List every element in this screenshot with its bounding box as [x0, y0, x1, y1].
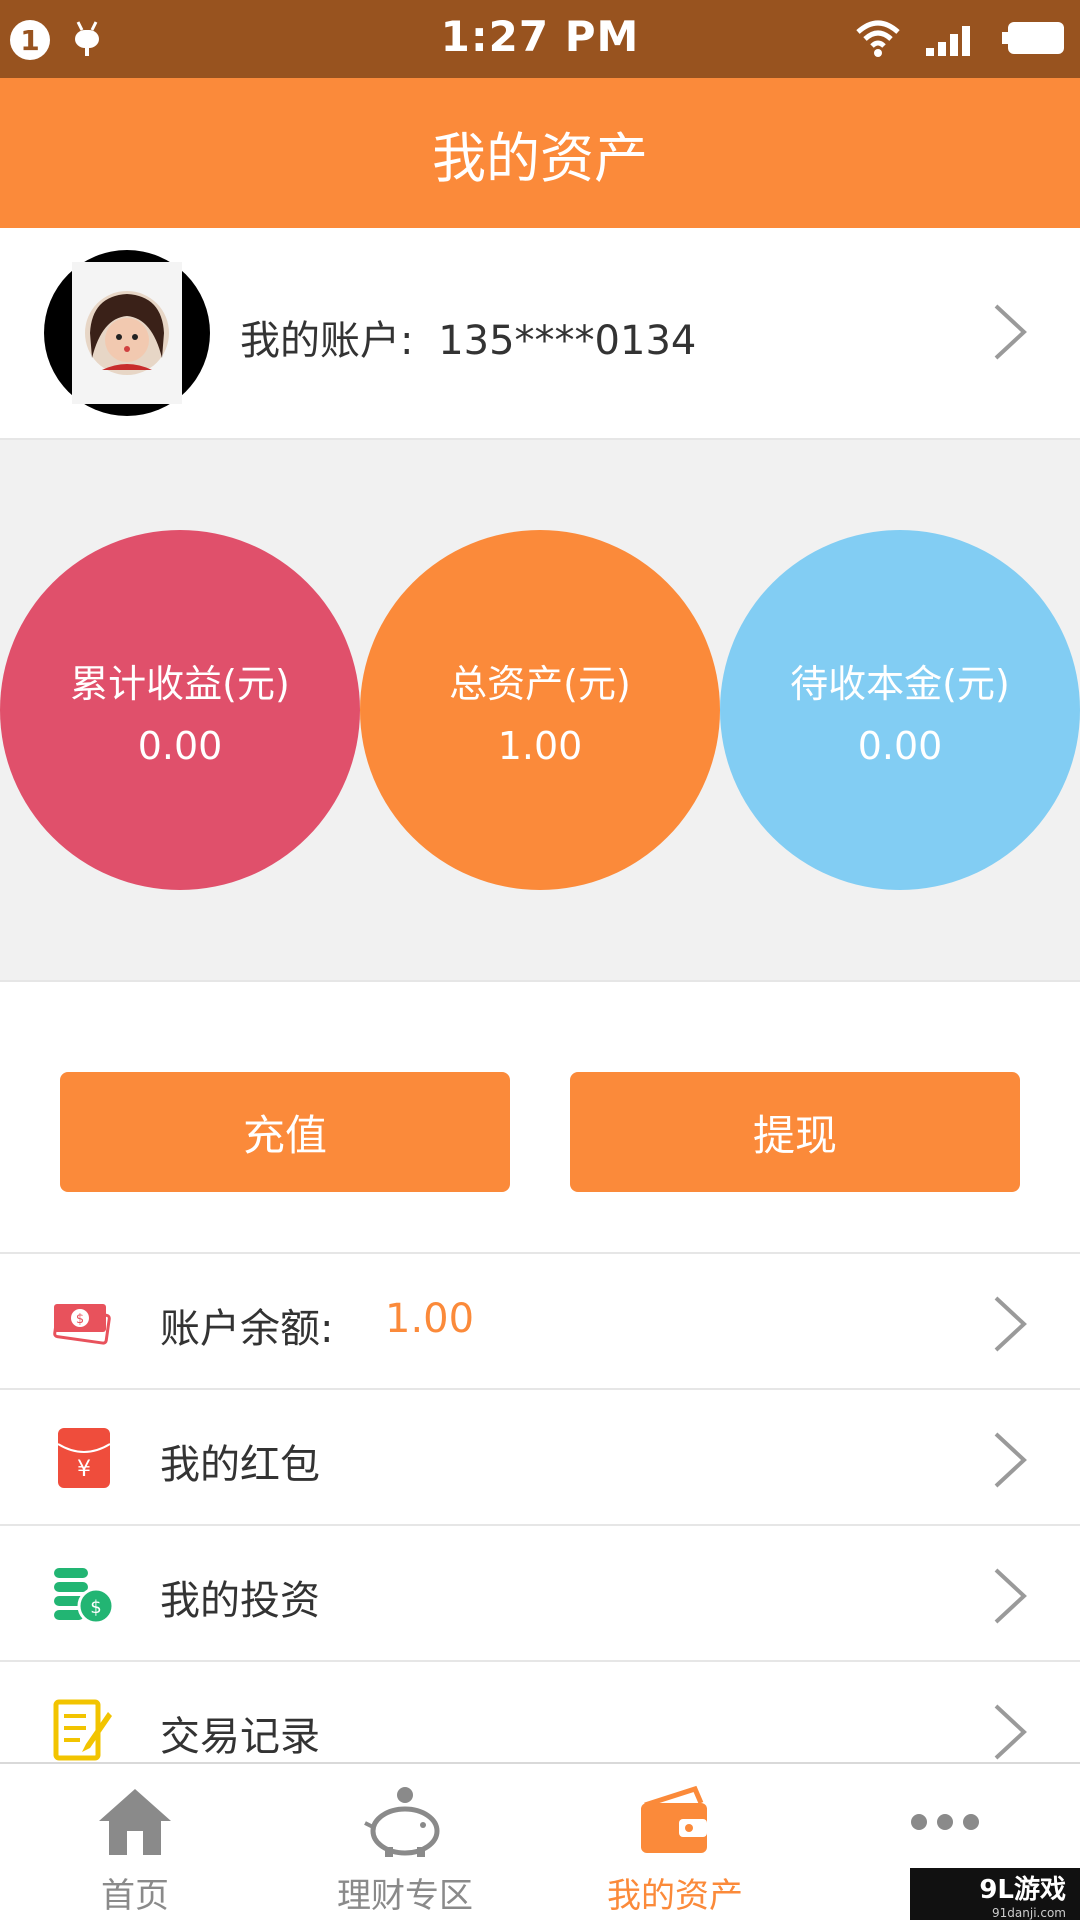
svg-text:¥: ¥: [77, 1457, 91, 1482]
tab-label: 我的资产: [607, 1876, 743, 1916]
stat-value: 0.00: [857, 723, 943, 768]
svg-text:$: $: [90, 1597, 101, 1618]
balance-value: 1.00: [385, 1296, 475, 1342]
ledger-icon: [52, 1698, 116, 1762]
wallet-icon: [635, 1782, 715, 1862]
account-label: 我的账户:: [240, 318, 414, 364]
recharge-button[interactable]: 充值: [60, 1072, 510, 1192]
red-envelope-icon: ¥: [52, 1426, 116, 1490]
menu-label: 账户余额:: [160, 1306, 334, 1352]
tab-label: 首页: [101, 1876, 169, 1916]
menu-item-red-envelope[interactable]: ¥ 我的红包: [0, 1388, 1080, 1526]
stat-cumulative-earnings[interactable]: 累计收益(元) 0.00: [0, 530, 360, 890]
piggy-bank-icon: [363, 1782, 447, 1862]
wifi-icon: [854, 18, 902, 62]
page-title: 我的资产: [432, 126, 648, 190]
tab-finance[interactable]: 理财专区: [270, 1764, 540, 1922]
stat-value: 1.00: [497, 723, 583, 768]
stat-pending-principal[interactable]: 待收本金(元) 0.00: [720, 530, 1080, 890]
account-row[interactable]: 我的账户: 135****0134: [0, 228, 1080, 440]
battery-icon: [1002, 18, 1066, 62]
account-phone: 135****0134: [438, 318, 697, 364]
tab-label: 理财专区: [337, 1876, 473, 1916]
app-header: 我的资产: [0, 78, 1080, 228]
menu-item-balance[interactable]: $ 账户余额: 1.00: [0, 1252, 1080, 1390]
stat-value: 0.00: [137, 723, 223, 768]
tab-home[interactable]: 首页: [0, 1764, 270, 1922]
stat-title: 待收本金(元): [790, 661, 1010, 706]
stat-title: 累计收益(元): [70, 661, 290, 706]
chevron-right-icon: [990, 1700, 1030, 1768]
menu-label: 我的红包: [160, 1442, 320, 1488]
stat-title: 总资产(元): [449, 661, 631, 706]
chevron-right-icon: [990, 1428, 1030, 1496]
svg-text:$: $: [76, 1312, 84, 1327]
withdraw-button[interactable]: 提现: [570, 1072, 1020, 1192]
avatar[interactable]: [44, 250, 210, 416]
signal-icon: [924, 18, 980, 62]
tab-my-assets[interactable]: 我的资产: [540, 1764, 810, 1922]
chevron-right-icon: [990, 1292, 1030, 1360]
account-info: 我的账户: 135****0134: [240, 308, 696, 366]
menu-label: 我的投资: [160, 1578, 320, 1624]
status-bar: 1 1:27 PM: [0, 0, 1080, 78]
stat-total-assets[interactable]: 总资产(元) 1.00: [360, 530, 720, 890]
status-right: [854, 18, 1066, 62]
home-icon: [95, 1782, 175, 1862]
avatar-photo: [72, 262, 182, 404]
coins-icon: $: [52, 1562, 116, 1626]
chevron-right-icon: [990, 300, 1030, 368]
watermark-brand: 9L游戏: [979, 1874, 1066, 1905]
menu-label: 交易记录: [160, 1714, 320, 1760]
money-stack-icon: $: [52, 1290, 116, 1354]
menu-item-investment[interactable]: $ 我的投资: [0, 1524, 1080, 1662]
watermark-site: 91danji.com: [992, 1905, 1066, 1920]
chevron-right-icon: [990, 1564, 1030, 1632]
watermark-logo: 9L游戏 91danji.com: [910, 1868, 1080, 1920]
more-icon: [905, 1782, 985, 1862]
avatar-portrait-icon: [85, 291, 169, 375]
asset-stats: 累计收益(元) 0.00 总资产(元) 1.00 待收本金(元) 0.00: [0, 440, 1080, 982]
